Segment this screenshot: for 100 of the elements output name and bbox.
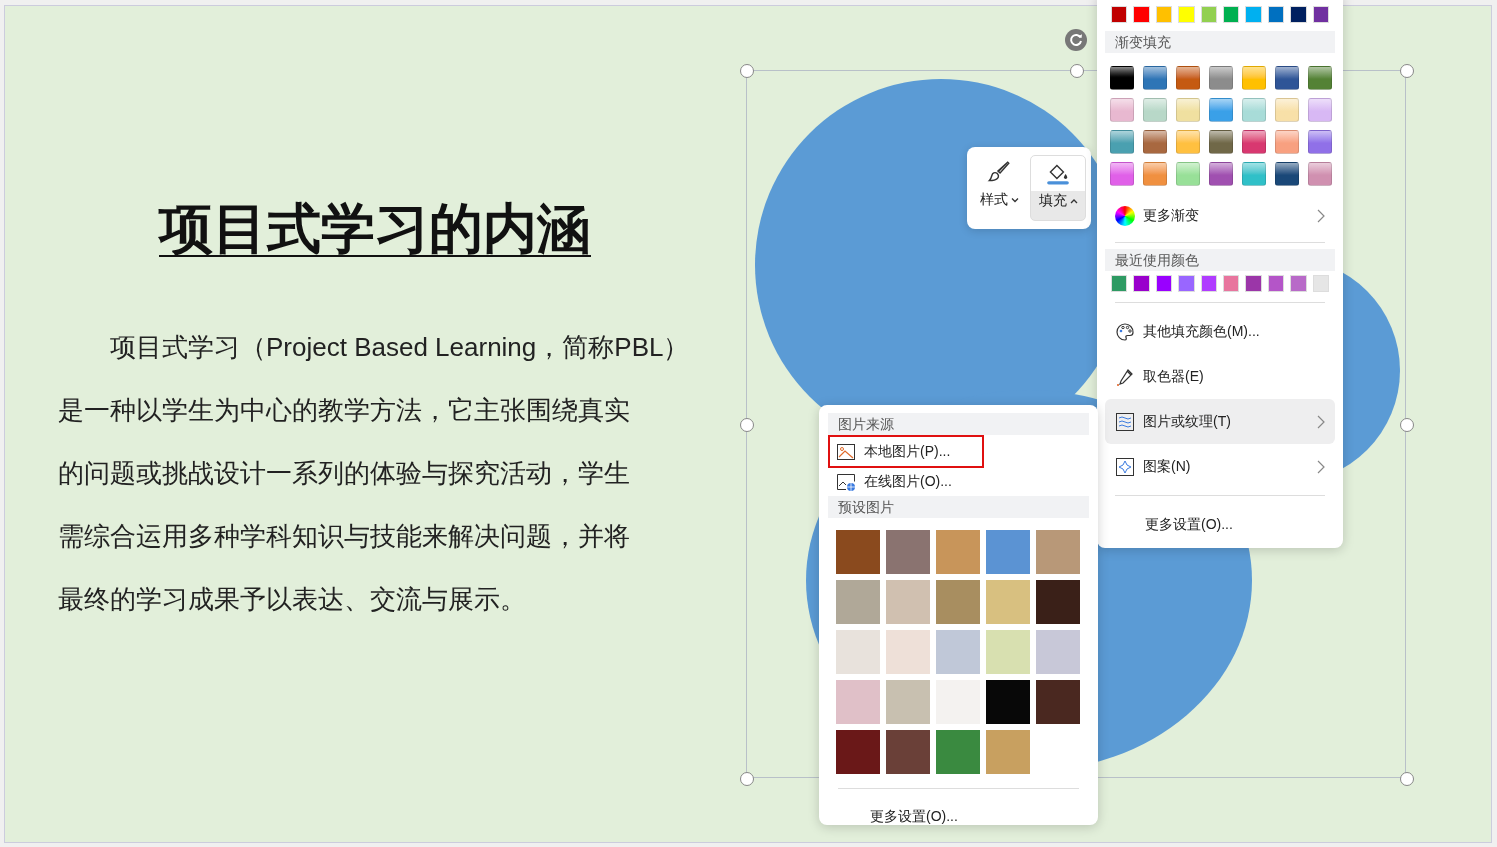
- texture-swatch[interactable]: [986, 630, 1030, 674]
- color-swatch[interactable]: [1267, 275, 1285, 292]
- resize-handle[interactable]: [1070, 64, 1084, 78]
- gradient-swatch[interactable]: [1110, 66, 1134, 90]
- menu-item[interactable]: 更多设置(O)...: [1105, 502, 1335, 547]
- gradient-swatch[interactable]: [1275, 98, 1299, 122]
- slide-title: 项目式学习的内涵: [159, 197, 591, 260]
- color-swatch[interactable]: [1290, 6, 1307, 23]
- gradient-swatch[interactable]: [1308, 162, 1332, 186]
- gradient-swatch[interactable]: [1308, 66, 1332, 90]
- texture-swatch[interactable]: [936, 630, 980, 674]
- texture-swatch[interactable]: [1036, 630, 1080, 674]
- texture-swatch[interactable]: [836, 630, 880, 674]
- rotate-handle-icon[interactable]: [1064, 28, 1088, 52]
- gradient-swatch[interactable]: [1275, 162, 1299, 186]
- gradient-swatch[interactable]: [1275, 66, 1299, 90]
- gradient-swatch[interactable]: [1143, 130, 1167, 154]
- gradient-swatch[interactable]: [1242, 162, 1266, 186]
- texture-swatch[interactable]: [836, 730, 880, 774]
- chevron-right-icon: [1317, 414, 1325, 429]
- color-swatch[interactable]: [1111, 275, 1128, 292]
- texture-swatch[interactable]: [886, 680, 930, 724]
- color-swatch[interactable]: [1312, 275, 1330, 292]
- color-swatch[interactable]: [1133, 6, 1150, 23]
- color-swatch[interactable]: [1245, 275, 1262, 292]
- texture-swatch[interactable]: [986, 730, 1030, 774]
- texture-swatch[interactable]: [1036, 580, 1080, 624]
- color-swatch[interactable]: [1312, 6, 1330, 23]
- resize-handle[interactable]: [740, 772, 754, 786]
- texture-swatch[interactable]: [936, 580, 980, 624]
- body-text-line: 项目式学习（Project Based Learning，简称PBL）: [109, 331, 691, 364]
- texture-swatch[interactable]: [886, 630, 930, 674]
- resize-handle[interactable]: [740, 64, 754, 78]
- gradient-swatch[interactable]: [1242, 130, 1266, 154]
- texture-swatch[interactable]: [1036, 680, 1080, 724]
- color-swatch[interactable]: [1178, 6, 1195, 23]
- gradient-swatch[interactable]: [1308, 98, 1332, 122]
- texture-swatch[interactable]: [986, 680, 1030, 724]
- menu-item[interactable]: 取色器(E): [1105, 354, 1335, 399]
- gradient-swatch[interactable]: [1209, 162, 1233, 186]
- gradient-swatch[interactable]: [1308, 130, 1332, 154]
- section-header: 渐变填充: [1105, 31, 1335, 53]
- gradient-swatch[interactable]: [1176, 98, 1200, 122]
- gradient-swatch[interactable]: [1242, 66, 1266, 90]
- color-swatch[interactable]: [1267, 6, 1285, 23]
- gradient-swatch[interactable]: [1110, 130, 1134, 154]
- gradient-swatch[interactable]: [1209, 130, 1233, 154]
- gradient-swatch[interactable]: [1242, 98, 1266, 122]
- menu-item[interactable]: 其他填充颜色(M)...: [1105, 309, 1335, 354]
- color-swatch[interactable]: [1223, 6, 1240, 23]
- color-swatch[interactable]: [1200, 6, 1218, 23]
- menu-item[interactable]: 图案(N): [1105, 444, 1335, 489]
- texture-swatch[interactable]: [936, 530, 980, 574]
- menu-item[interactable]: 图片或纹理(T): [1105, 399, 1335, 444]
- gradient-swatch[interactable]: [1176, 162, 1200, 186]
- texture-swatch[interactable]: [886, 580, 930, 624]
- gradient-swatch[interactable]: [1110, 162, 1134, 186]
- color-swatch[interactable]: [1223, 275, 1240, 292]
- caret-icon: [1010, 197, 1019, 203]
- menu-item[interactable]: 更多设置(O)...: [828, 795, 966, 839]
- gradient-swatch[interactable]: [1275, 130, 1299, 154]
- color-swatch[interactable]: [1155, 6, 1173, 23]
- menu-item[interactable]: 更多渐变: [1105, 196, 1335, 236]
- texture-swatch[interactable]: [986, 580, 1030, 624]
- texture-swatch[interactable]: [936, 730, 980, 774]
- image-icon: [836, 441, 856, 462]
- menu-item[interactable]: 在线图片(O)...: [828, 468, 960, 496]
- resize-handle[interactable]: [1400, 418, 1414, 432]
- gradient-swatch[interactable]: [1209, 98, 1233, 122]
- texture-swatch[interactable]: [886, 530, 930, 574]
- menu-item[interactable]: 本地图片(P)...: [828, 435, 984, 468]
- toolbar-button[interactable]: 填充: [1030, 155, 1086, 221]
- gradient-swatch[interactable]: [1176, 66, 1200, 90]
- texture-swatch[interactable]: [886, 730, 930, 774]
- gradient-swatch[interactable]: [1209, 66, 1233, 90]
- palette-icon: [1115, 321, 1135, 342]
- color-swatch[interactable]: [1133, 275, 1150, 292]
- gradient-swatch[interactable]: [1143, 98, 1167, 122]
- color-swatch[interactable]: [1200, 275, 1218, 292]
- color-swatch[interactable]: [1290, 275, 1307, 292]
- section-header: 预设图片: [828, 496, 1089, 518]
- texture-swatch[interactable]: [836, 680, 880, 724]
- texture-swatch[interactable]: [836, 580, 880, 624]
- gradient-swatch[interactable]: [1110, 98, 1134, 122]
- texture-swatch[interactable]: [836, 530, 880, 574]
- resize-handle[interactable]: [1400, 772, 1414, 786]
- color-swatch[interactable]: [1111, 6, 1128, 23]
- texture-swatch[interactable]: [1036, 530, 1080, 574]
- gradient-swatch[interactable]: [1143, 66, 1167, 90]
- gradient-swatch[interactable]: [1176, 130, 1200, 154]
- color-swatch[interactable]: [1178, 275, 1195, 292]
- resize-handle[interactable]: [1400, 64, 1414, 78]
- resize-handle[interactable]: [740, 418, 754, 432]
- body-text-line: 的问题或挑战设计一系列的体验与探究活动，学生: [58, 457, 631, 490]
- color-swatch[interactable]: [1155, 275, 1173, 292]
- color-swatch[interactable]: [1245, 6, 1262, 23]
- section-header: 最近使用颜色: [1105, 249, 1335, 271]
- toolbar-button[interactable]: 样式: [972, 155, 1026, 221]
- texture-swatch[interactable]: [986, 530, 1030, 574]
- gradient-swatch[interactable]: [1143, 162, 1167, 186]
